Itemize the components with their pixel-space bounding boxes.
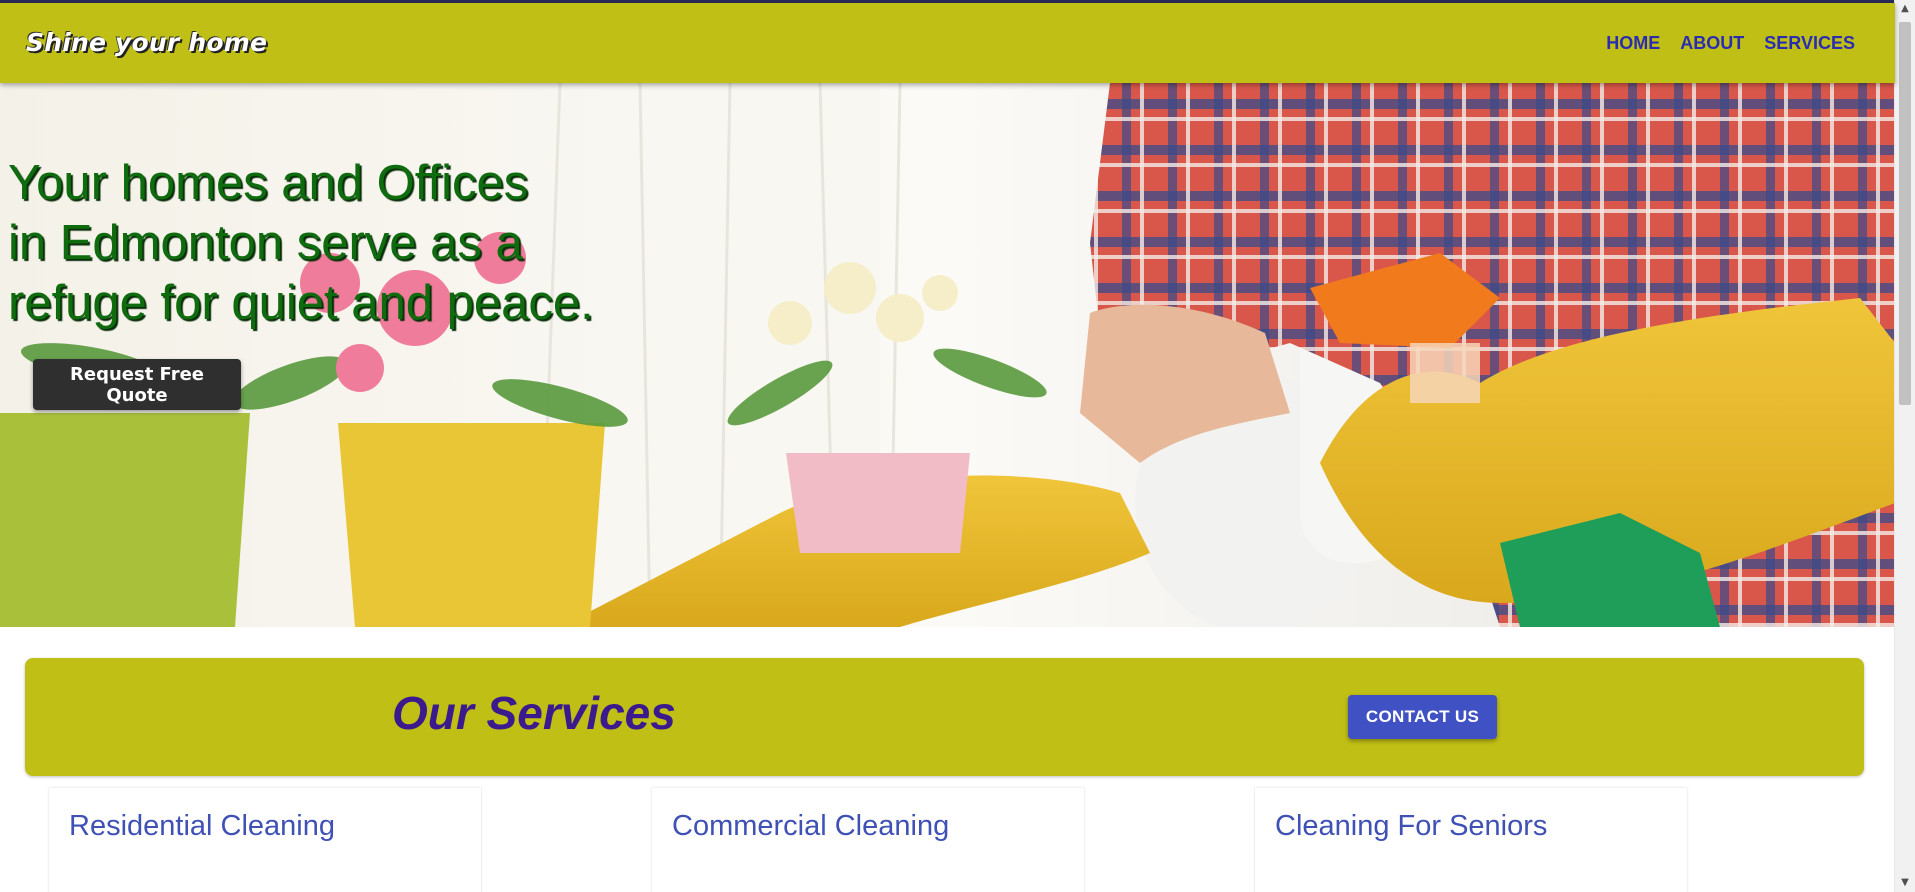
nav-about-link[interactable]: ABOUT	[1680, 33, 1744, 54]
service-card-title: Commercial Cleaning	[672, 810, 950, 842]
services-title: Our Services	[392, 687, 676, 739]
navbar: Shine your home HOME ABOUT SERVICES	[0, 3, 1895, 83]
vertical-scrollbar[interactable]: ▲ ▼	[1894, 0, 1915, 892]
brand-logo-text[interactable]: Shine your home	[26, 28, 267, 57]
nav-home-link[interactable]: HOME	[1606, 33, 1660, 54]
request-quote-button[interactable]: Request Free Quote	[33, 359, 241, 410]
services-header-band: Our Services CONTACT US	[25, 658, 1864, 776]
nav-services-link[interactable]: SERVICES	[1764, 33, 1855, 54]
service-card-title: Residential Cleaning	[69, 810, 335, 842]
contact-us-button[interactable]: CONTACT US	[1348, 695, 1497, 739]
service-card-seniors[interactable]: Cleaning For Seniors	[1255, 788, 1687, 892]
page: Shine your home HOME ABOUT SERVICES Your…	[0, 0, 1915, 892]
scroll-down-arrow-icon[interactable]: ▼	[1895, 874, 1915, 892]
hero-headline: Your homes and Offices in Edmonton serve …	[8, 153, 648, 333]
scroll-up-arrow-icon[interactable]: ▲	[1895, 0, 1915, 18]
hero-headline-line-1: Your homes and Offices	[8, 156, 529, 210]
nav-links: HOME ABOUT SERVICES	[1606, 33, 1855, 54]
hero-banner: Your homes and Offices in Edmonton serve …	[0, 83, 1895, 627]
service-card-commercial[interactable]: Commercial Cleaning	[652, 788, 1084, 892]
scroll-thumb[interactable]	[1899, 22, 1911, 405]
service-card-title: Cleaning For Seniors	[1275, 810, 1548, 842]
hero-headline-line-3: refuge for quiet and peace.	[8, 276, 594, 330]
service-card-residential[interactable]: Residential Cleaning	[49, 788, 481, 892]
hero-headline-line-2: in Edmonton serve as a	[8, 216, 523, 270]
